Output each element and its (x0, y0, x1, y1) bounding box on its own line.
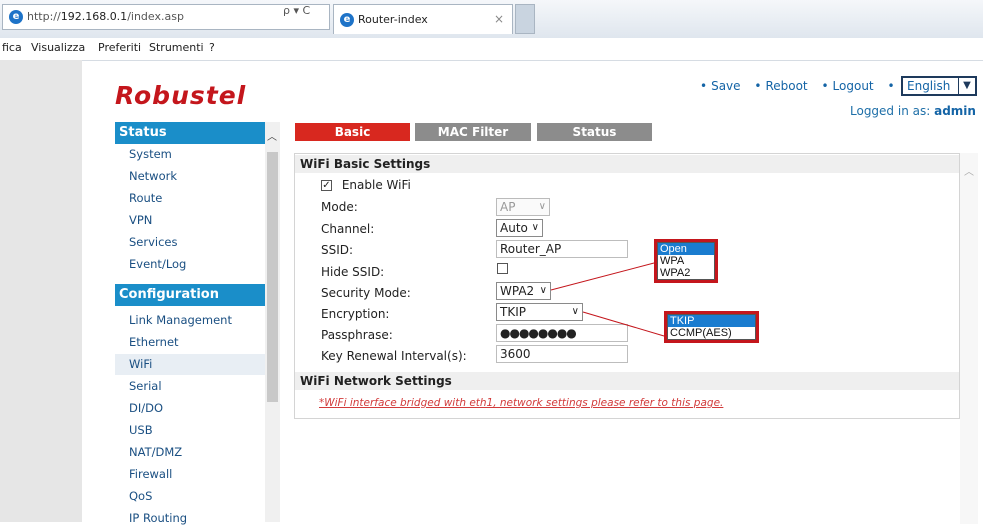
annotation-lines (550, 262, 665, 337)
encryption-annotation-line (582, 311, 665, 337)
encryption-option-tkip[interactable]: TKIP (668, 315, 755, 327)
security-option-wpa2[interactable]: WPA2 (658, 267, 714, 279)
security-mode-options-popup: Open WPA WPA2 (654, 239, 718, 283)
encryption-option-ccmp[interactable]: CCMP(AES) (668, 327, 755, 339)
security-option-open[interactable]: Open (658, 243, 714, 255)
security-option-wpa[interactable]: WPA (658, 255, 714, 267)
encryption-options-popup: TKIP CCMP(AES) (664, 311, 759, 343)
security-annotation-line (550, 262, 655, 291)
